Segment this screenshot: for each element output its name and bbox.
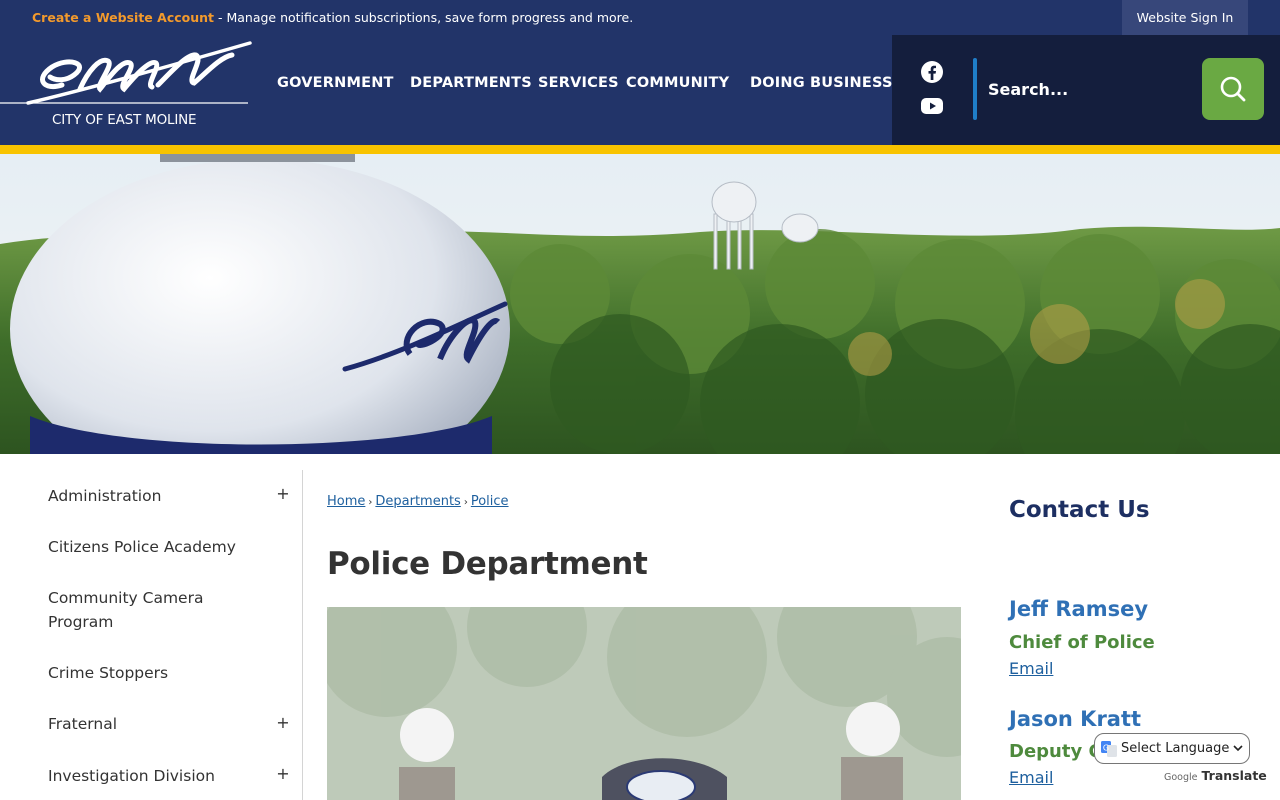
sidebar-nav: Administration + Citizens Police Academy… — [0, 470, 303, 800]
sidebar-item-fraternal[interactable]: Fraternal — [48, 712, 248, 736]
youtube-icon[interactable] — [920, 94, 944, 118]
select-language-label: Select Language — [1121, 741, 1230, 756]
nav-doing-business[interactable]: DOING BUSINESS — [750, 75, 893, 91]
translate-wordmark: Translate — [1201, 768, 1267, 783]
sidebar-item-community-camera-program[interactable]: Community Camera Program — [48, 586, 248, 634]
gold-accent-bar — [0, 145, 1280, 154]
nav-services[interactable]: SERVICES — [538, 75, 619, 91]
city-name: CITY OF EAST MOLINE — [52, 112, 197, 128]
create-account-link[interactable]: Create a Website Account — [32, 10, 214, 25]
contact-us-heading: Contact Us — [1009, 497, 1150, 523]
sidebar-item-citizens-police-academy[interactable]: Citizens Police Academy — [48, 535, 248, 559]
breadcrumb-home[interactable]: Home — [327, 494, 365, 509]
breadcrumb-separator: › — [463, 497, 468, 508]
contact-name-jeff-ramsey: Jeff Ramsey — [1009, 597, 1149, 621]
powered-by-google-translate[interactable]: Google Translate — [1164, 768, 1267, 783]
page-title: Police Department — [327, 546, 648, 582]
hero-banner — [0, 154, 1280, 454]
contact-email-jeff-ramsey[interactable]: Email — [1009, 659, 1053, 678]
facebook-icon[interactable] — [920, 60, 944, 84]
search-button[interactable] — [1202, 58, 1264, 120]
nav-departments[interactable]: DEPARTMENTS — [410, 75, 532, 91]
website-sign-in-button[interactable]: Website Sign In — [1122, 0, 1248, 35]
google-wordmark: Google — [1164, 772, 1198, 783]
svg-text:G: G — [1103, 743, 1109, 752]
contact-role-chief: Chief of Police — [1009, 632, 1155, 653]
chevron-down-icon — [1233, 745, 1243, 752]
search-icon — [1220, 76, 1246, 102]
nav-community[interactable]: COMMUNITY — [626, 75, 729, 91]
sidebar-toggle-fraternal[interactable]: + — [276, 715, 290, 731]
em-logo-icon — [0, 41, 252, 105]
nav-government[interactable]: GOVERNMENT — [277, 75, 394, 91]
breadcrumb-separator: › — [368, 497, 373, 508]
contact-name-jason-kratt: Jason Kratt — [1009, 707, 1142, 731]
site-header: CITY OF EAST MOLINE GOVERNMENT DEPARTMEN… — [0, 35, 1280, 145]
search-divider — [973, 58, 977, 120]
search-input[interactable] — [988, 67, 1188, 111]
sidebar-item-administration[interactable]: Administration — [48, 484, 248, 508]
breadcrumb-police[interactable]: Police — [471, 494, 509, 509]
language-select[interactable]: G Select Language — [1094, 733, 1250, 764]
breadcrumb-departments[interactable]: Departments — [375, 494, 460, 509]
account-message-text: - Manage notification subscriptions, sav… — [214, 10, 634, 25]
account-message: Create a Website Account - Manage notifi… — [32, 10, 633, 25]
sidebar-item-investigation-division[interactable]: Investigation Division — [48, 764, 248, 788]
header-search-area — [892, 35, 1280, 145]
contact-email-jason-kratt[interactable]: Email — [1009, 768, 1053, 787]
city-logo[interactable]: CITY OF EAST MOLINE — [0, 41, 252, 128]
sidebar-toggle-investigation-division[interactable]: + — [276, 766, 290, 782]
breadcrumb: Home › Departments › Police — [327, 494, 509, 509]
sidebar-item-crime-stoppers[interactable]: Crime Stoppers — [48, 661, 248, 685]
google-translate-icon: G — [1101, 740, 1117, 757]
top-utility-bar: Create a Website Account - Manage notifi… — [0, 0, 1280, 35]
sidebar-toggle-administration[interactable]: + — [276, 486, 290, 502]
police-department-photo — [327, 607, 961, 800]
